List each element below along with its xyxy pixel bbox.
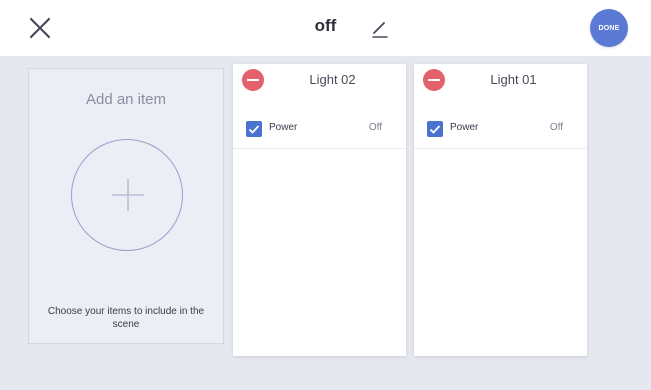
close-icon[interactable]: [26, 14, 54, 42]
scene-title: off: [314, 16, 337, 35]
row-label: Power: [269, 122, 298, 133]
item-row: Power Off: [233, 112, 406, 149]
done-button[interactable]: DONE: [590, 9, 628, 47]
pencil-icon[interactable]: [368, 16, 392, 40]
top-bar: off DONE: [0, 0, 651, 56]
scene-title-wrap: off: [0, 16, 651, 36]
row-label: Power: [450, 122, 479, 133]
add-item-circle[interactable]: [71, 139, 183, 251]
row-value[interactable]: Off: [369, 122, 382, 133]
row-value[interactable]: Off: [550, 122, 563, 133]
item-name: Light 01: [490, 72, 537, 87]
power-checkbox[interactable]: [427, 121, 443, 137]
add-item-title: Add an item: [85, 91, 167, 108]
item-card-light-02: Light 02 Power Off: [233, 64, 406, 356]
card-header: Light 01: [414, 64, 587, 102]
remove-icon[interactable]: [423, 69, 445, 91]
item-card-light-01: Light 01 Power Off: [414, 64, 587, 356]
add-item-caption: Choose your items to include in the scen…: [47, 306, 205, 330]
power-checkbox[interactable]: [246, 121, 262, 137]
item-name: Light 02: [309, 72, 356, 87]
card-header: Light 02: [233, 64, 406, 102]
item-row: Power Off: [414, 112, 587, 149]
remove-icon[interactable]: [242, 69, 264, 91]
add-item-card[interactable]: Add an item Choose your items to include…: [28, 68, 224, 344]
